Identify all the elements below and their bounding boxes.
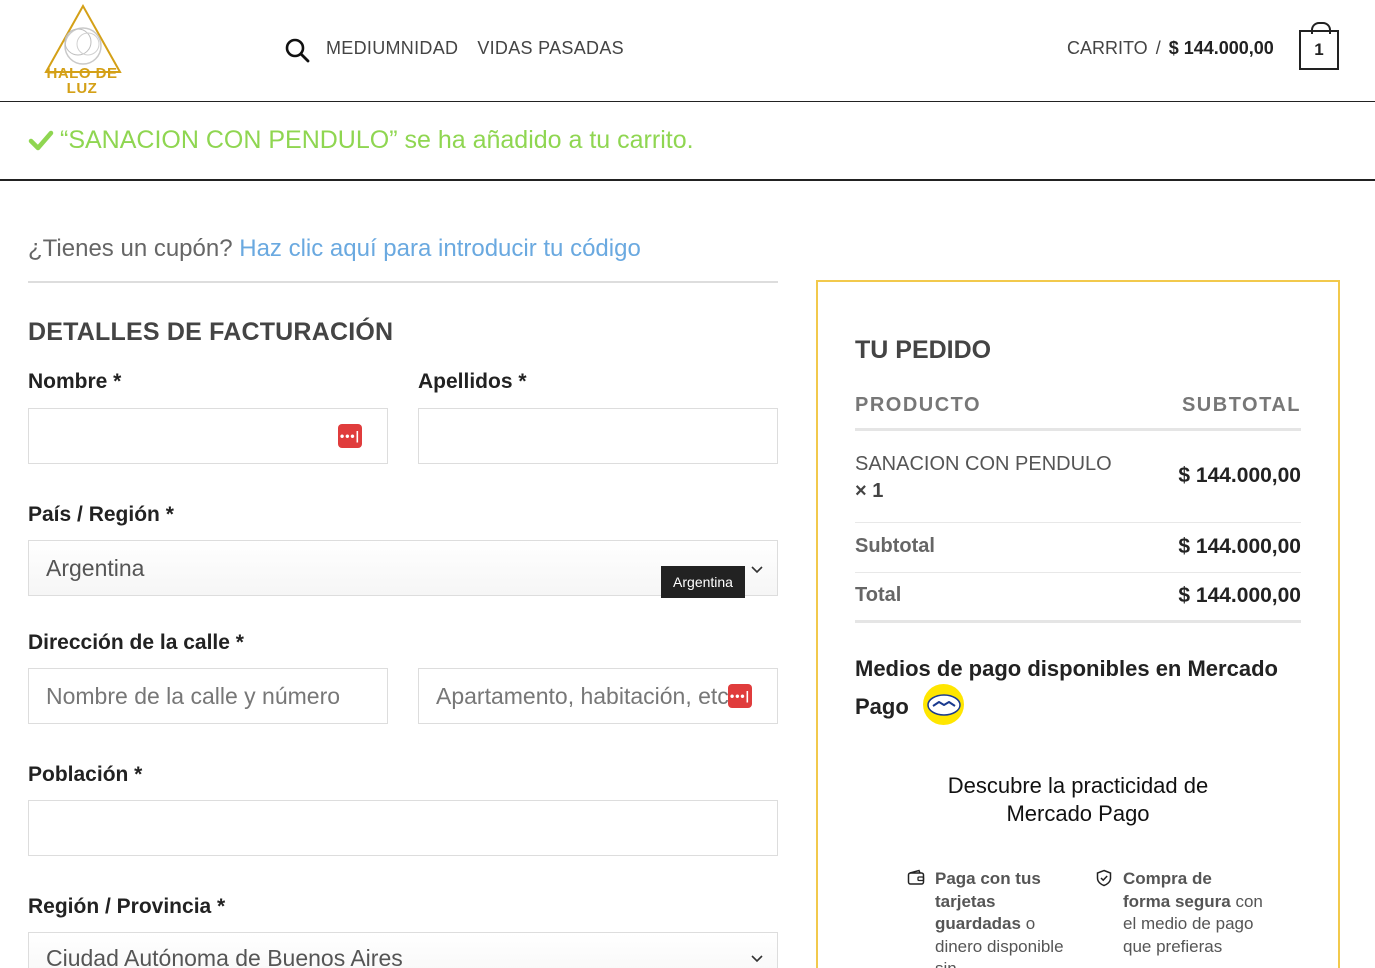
cart-separator: / xyxy=(1155,38,1161,58)
street2-field[interactable]: Apartamento, habitación, etc. xyxy=(418,668,778,724)
divider xyxy=(855,620,1301,623)
password-manager-icon[interactable]: •••| xyxy=(728,684,752,708)
coupon-notice: ¿Tienes un cupón? Haz clic aquí para int… xyxy=(28,235,641,263)
logo-text[interactable]: HALO DE LUZ xyxy=(40,66,124,96)
city-label: Población * xyxy=(28,763,143,786)
checkmark-icon xyxy=(28,130,54,151)
subtotal-amount: $ 144.000,00 xyxy=(1178,535,1301,558)
order-review-box xyxy=(816,280,1340,968)
divider xyxy=(28,281,778,283)
cart-amount[interactable]: $ 144.000,00 xyxy=(1169,38,1274,59)
password-manager-icon[interactable]: •••| xyxy=(338,424,362,448)
total-amount: $ 144.000,00 xyxy=(1178,584,1301,607)
country-value: Argentina xyxy=(46,554,145,581)
chevron-down-icon[interactable] xyxy=(750,952,764,966)
country-tooltip: Argentina xyxy=(661,566,745,598)
chevron-down-icon[interactable] xyxy=(750,563,764,577)
city-field[interactable] xyxy=(28,800,778,856)
total-label: Total xyxy=(855,584,902,606)
notice-message: “SANACION CON PENDULO” se ha añadido a t… xyxy=(60,126,694,154)
mp-feature-saved-cards: Paga con tus tarjetas guardadas o dinero… xyxy=(935,868,1075,968)
cart-link[interactable]: CARRITO / $ 144.000,00 xyxy=(1067,38,1274,59)
country-label: País / Región * xyxy=(28,503,174,526)
state-select[interactable]: Ciudad Autónoma de Buenos Aires xyxy=(28,932,778,968)
product-qty: × 1 xyxy=(855,480,884,502)
divider xyxy=(855,428,1301,431)
state-label: Región / Provincia * xyxy=(28,895,226,918)
col-product-header: PRODUCTO xyxy=(855,394,982,416)
main-nav: MEDIUMNIDAD VIDAS PASADAS xyxy=(326,38,624,59)
site-header: HALO DE LUZ MEDIUMNIDAD VIDAS PASADAS CA… xyxy=(0,0,1375,102)
added-to-cart-notice: “SANACION CON PENDULO” se ha añadido a t… xyxy=(0,102,1375,181)
feature2-bold: Compra de forma segura xyxy=(1123,869,1231,911)
shield-check-icon xyxy=(1096,869,1112,887)
last-name-field[interactable] xyxy=(418,408,778,464)
cart-bag-icon[interactable]: 1 xyxy=(1299,22,1339,70)
subtotal-label: Subtotal xyxy=(855,535,935,557)
col-subtotal-header: SUBTOTAL xyxy=(1181,394,1301,416)
cart-label[interactable]: CARRITO xyxy=(1067,38,1148,59)
first-name-label: Nombre * xyxy=(28,370,122,393)
order-product-name: SANACION CON PENDULO × 1 xyxy=(855,451,1125,505)
nav-item-mediumnidad[interactable]: MEDIUMNIDAD xyxy=(326,38,458,59)
mp-feature-secure: Compra de forma segura con el medio de p… xyxy=(1123,868,1263,958)
last-name-label: Apellidos * xyxy=(418,370,527,393)
billing-title: DETALLES DE FACTURACIÓN xyxy=(28,318,394,346)
order-title: TU PEDIDO xyxy=(855,336,992,364)
search-icon[interactable] xyxy=(284,37,310,63)
coupon-question: ¿Tienes un cupón? xyxy=(28,235,233,262)
mp-discover-text: Descubre la practicidad de Mercado Pago xyxy=(947,773,1209,826)
cart-count: 1 xyxy=(1314,40,1324,59)
mercado-pago-handshake-icon xyxy=(923,684,964,725)
nav-item-vidas-pasadas[interactable]: VIDAS PASADAS xyxy=(477,38,624,59)
state-value: Ciudad Autónoma de Buenos Aires xyxy=(46,945,403,968)
street-placeholder: Nombre de la calle y número xyxy=(46,682,341,709)
coupon-link[interactable]: Haz clic aquí para introducir tu código xyxy=(239,235,641,262)
wallet-icon xyxy=(907,869,925,885)
product-amount: $ 144.000,00 xyxy=(1178,464,1301,487)
product-name: SANACION CON PENDULO xyxy=(855,453,1112,475)
divider xyxy=(855,572,1301,573)
divider xyxy=(855,522,1301,523)
payment-methods-title: Medios de pago disponibles en Mercado Pa… xyxy=(855,656,1278,719)
first-name-field[interactable] xyxy=(28,408,388,464)
street-label: Dirección de la calle * xyxy=(28,631,244,654)
street-field[interactable]: Nombre de la calle y número xyxy=(28,668,388,724)
street2-placeholder: Apartamento, habitación, etc. xyxy=(436,682,736,709)
